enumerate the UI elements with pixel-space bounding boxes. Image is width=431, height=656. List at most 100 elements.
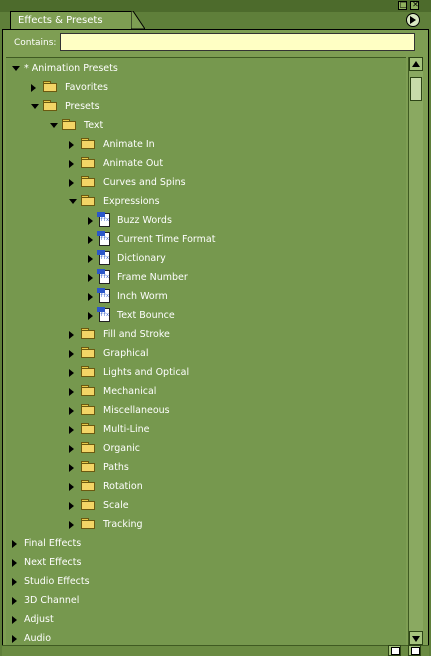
tab-edge (131, 11, 145, 29)
collapse-window-button[interactable]: □ (398, 0, 407, 10)
tree-item[interactable]: Audio (6, 629, 406, 646)
disclosure-collapsed-icon[interactable] (69, 179, 74, 187)
tree-item-label: Buzz Words (117, 215, 172, 226)
tree-item[interactable]: Scale (6, 496, 406, 515)
tree-item[interactable]: Lights and Optical (6, 363, 406, 382)
tree-item-label: Miscellaneous (103, 405, 170, 416)
disclosure-collapsed-icon[interactable] (88, 274, 93, 282)
tree-item[interactable]: Mechanical (6, 382, 406, 401)
disclosure-collapsed-icon[interactable] (12, 635, 17, 643)
tree-item-label: Inch Worm (117, 291, 168, 302)
disclosure-collapsed-icon[interactable] (69, 388, 74, 396)
tree-item[interactable]: ffx Dictionary (6, 249, 406, 268)
tree-item[interactable]: Multi-Line (6, 420, 406, 439)
tree-item[interactable]: Animate Out (6, 154, 406, 173)
tree-item-label: Favorites (65, 82, 108, 93)
delete-button[interactable] (408, 645, 421, 656)
tree-item-label: Graphical (103, 348, 149, 359)
tree-item[interactable]: Next Effects (6, 553, 406, 572)
scroll-down-button[interactable] (409, 631, 423, 645)
disclosure-collapsed-icon[interactable] (69, 464, 74, 472)
tab-effects-presets[interactable]: Effects & Presets (10, 11, 132, 29)
disclosure-collapsed-icon[interactable] (69, 407, 74, 415)
disclosure-collapsed-icon[interactable] (69, 369, 74, 377)
tree-item-label: Lights and Optical (103, 367, 190, 378)
folder-icon (62, 119, 76, 130)
disclosure-collapsed-icon[interactable] (88, 293, 93, 301)
scroll-up-button[interactable] (409, 57, 423, 71)
disclosure-collapsed-icon[interactable] (88, 236, 93, 244)
tree-item[interactable]: Graphical (6, 344, 406, 363)
tree-item[interactable]: ffx Current Time Format (6, 230, 406, 249)
new-folder-button[interactable] (388, 645, 401, 656)
tree-item[interactable]: Fill and Stroke (6, 325, 406, 344)
search-input[interactable] (60, 33, 415, 51)
disclosure-collapsed-icon[interactable] (12, 559, 17, 567)
tree-item[interactable]: Organic (6, 439, 406, 458)
disclosure-collapsed-icon[interactable] (88, 217, 93, 225)
tree-item[interactable]: * Animation Presets (6, 59, 406, 78)
tree-item[interactable]: Paths (6, 458, 406, 477)
tree-item[interactable]: ffx Buzz Words (6, 211, 406, 230)
disclosure-collapsed-icon[interactable] (12, 597, 17, 605)
flyout-arrow-icon (410, 16, 416, 24)
preset-file-icon: ffx (97, 288, 111, 303)
tree-item[interactable]: Text (6, 116, 406, 135)
preset-file-icon: ffx (97, 231, 111, 246)
disclosure-collapsed-icon[interactable] (88, 255, 93, 263)
tree-item[interactable]: ffx Inch Worm (6, 287, 406, 306)
close-window-button[interactable]: ✕ (410, 0, 419, 10)
folder-icon (81, 157, 95, 168)
folder-icon (81, 176, 95, 187)
tree-item[interactable]: Adjust (6, 610, 406, 629)
disclosure-collapsed-icon[interactable] (69, 350, 74, 358)
disclosure-collapsed-icon[interactable] (31, 84, 36, 92)
tree-item-label: Final Effects (24, 538, 82, 549)
disclosure-collapsed-icon[interactable] (12, 578, 17, 586)
tree-item-label: 3D Channel (24, 595, 80, 606)
tree-item[interactable]: Presets (6, 97, 406, 116)
folder-icon (43, 81, 57, 92)
disclosure-expanded-icon[interactable] (12, 66, 20, 71)
disclosure-expanded-icon[interactable] (69, 199, 77, 204)
disclosure-expanded-icon[interactable] (50, 123, 58, 128)
tree-item-label: Animate In (103, 139, 155, 150)
tree-item[interactable]: Curves and Spins (6, 173, 406, 192)
tree-item[interactable]: Miscellaneous (6, 401, 406, 420)
tree-item[interactable]: ffx Frame Number (6, 268, 406, 287)
tree-item[interactable]: 3D Channel (6, 591, 406, 610)
tree-item[interactable]: ffx Text Bounce (6, 306, 406, 325)
tree-item[interactable]: Favorites (6, 78, 406, 97)
tree-item[interactable]: Animate In (6, 135, 406, 154)
contains-label: Contains: (14, 38, 57, 48)
tree-item-label: Adjust (24, 614, 54, 625)
disclosure-collapsed-icon[interactable] (69, 160, 74, 168)
tree-item-label: Paths (103, 462, 129, 473)
disclosure-collapsed-icon[interactable] (12, 616, 17, 624)
disclosure-collapsed-icon[interactable] (69, 141, 74, 149)
tree-item[interactable]: Expressions (6, 192, 406, 211)
preset-file-icon: ffx (97, 250, 111, 265)
scroll-thumb[interactable] (410, 77, 422, 101)
folder-icon (81, 461, 95, 472)
tree-item[interactable]: Studio Effects (6, 572, 406, 591)
disclosure-collapsed-icon[interactable] (12, 540, 17, 548)
disclosure-collapsed-icon[interactable] (88, 312, 93, 320)
disclosure-collapsed-icon[interactable] (69, 502, 74, 510)
disclosure-collapsed-icon[interactable] (69, 331, 74, 339)
folder-icon (81, 195, 95, 206)
tree-item[interactable]: Rotation (6, 477, 406, 496)
down-arrow-icon (412, 636, 420, 642)
vertical-scrollbar[interactable] (408, 57, 423, 645)
disclosure-collapsed-icon[interactable] (69, 445, 74, 453)
disclosure-collapsed-icon[interactable] (69, 483, 74, 491)
disclosure-collapsed-icon[interactable] (69, 521, 74, 529)
tree-item-label: * Animation Presets (24, 63, 118, 74)
tree-item[interactable]: Tracking (6, 515, 406, 534)
disclosure-expanded-icon[interactable] (31, 104, 39, 109)
panel-menu-button[interactable] (406, 13, 420, 27)
disclosure-collapsed-icon[interactable] (69, 426, 74, 434)
tree-item-label: Studio Effects (24, 576, 90, 587)
tree-item[interactable]: Final Effects (6, 534, 406, 553)
folder-icon (81, 138, 95, 149)
